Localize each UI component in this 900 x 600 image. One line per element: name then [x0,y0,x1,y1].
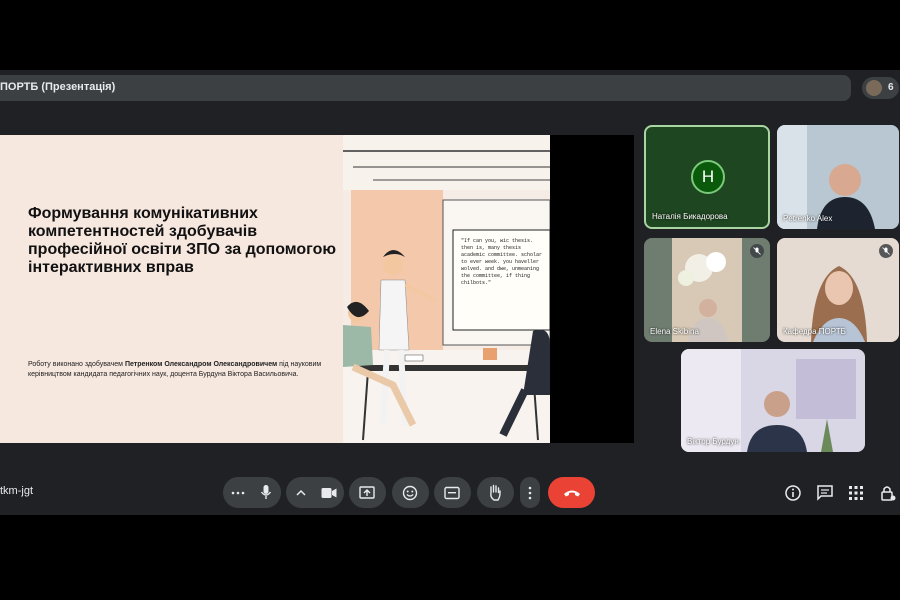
activities-grid-icon[interactable] [847,484,865,502]
slide: Формування комунікативних компетентносте… [0,135,550,443]
raise-hand-button[interactable] [477,477,514,508]
end-call-icon [564,490,580,497]
slide-subtitle: Роботу виконано здобувачем Петренком Оле… [28,360,328,380]
meet-window: ПОРТБ (Презентація) 6 Формування комунік… [0,70,900,515]
microphone-icon [260,485,272,499]
more-options-button[interactable] [520,477,540,508]
closed-captions-icon [444,486,460,500]
reactions-button[interactable] [392,477,429,508]
chevron-up-icon[interactable] [295,487,307,499]
participants-button[interactable]: 6 [862,77,899,99]
emoji-icon [402,485,418,501]
captions-button[interactable] [434,477,471,508]
more-options-mic-group [223,477,281,508]
participant-tile[interactable]: Elena Skibina [644,238,770,342]
mic-off-icon [879,244,893,258]
participant-avatar: Н [691,160,725,194]
hand-icon [490,484,501,501]
camera-button[interactable] [313,477,344,508]
mic-off-icon [750,244,764,258]
chat-icon[interactable] [816,484,834,502]
present-button[interactable] [349,477,386,508]
video-camera-icon [321,488,337,498]
presentation-area: Формування комунікативних компетентносте… [0,135,634,443]
meeting-code: tkm-jgt [0,485,33,497]
participant-tile[interactable]: Petrenko Alex [777,125,899,229]
board-text: "If can you, wic thesis. then is, many t… [461,238,543,286]
author-prefix: Роботу виконано здобувачем [28,361,125,368]
participant-name: Petrenko Alex [783,214,833,223]
classroom-illustration: "If can you, wic thesis. then is, many t… [343,135,550,443]
presentation-title-bar: ПОРТБ (Презентація) [0,75,851,101]
participant-tile[interactable]: Н Наталія Бикадорова [644,125,770,229]
more-dots-icon[interactable] [231,486,245,500]
camera-group [286,477,344,508]
participant-name: Кафедра ПОРТБ [783,327,846,336]
more-vert-icon [528,486,532,500]
participant-count: 6 [888,82,894,93]
info-icon[interactable] [784,484,802,502]
participant-avatar-icon [866,80,882,96]
participant-name: Наталія Бикадорова [652,212,728,221]
slide-title: Формування комунікативних компетентносте… [28,205,337,276]
mic-button[interactable] [250,477,281,508]
author-name: Петренком Олександром Олександровичем [124,361,278,368]
participant-name: Віктор Бурдун [687,437,739,446]
participant-name: Elena Skibina [650,327,699,336]
present-screen-icon [359,486,375,499]
presentation-title: ПОРТБ (Презентація) [0,81,116,93]
leave-call-button[interactable] [548,477,595,508]
participant-tile[interactable]: Віктор Бурдун [681,349,865,452]
participant-tile[interactable]: Кафедра ПОРТБ [777,238,899,342]
host-controls-lock-icon[interactable] [879,484,897,502]
